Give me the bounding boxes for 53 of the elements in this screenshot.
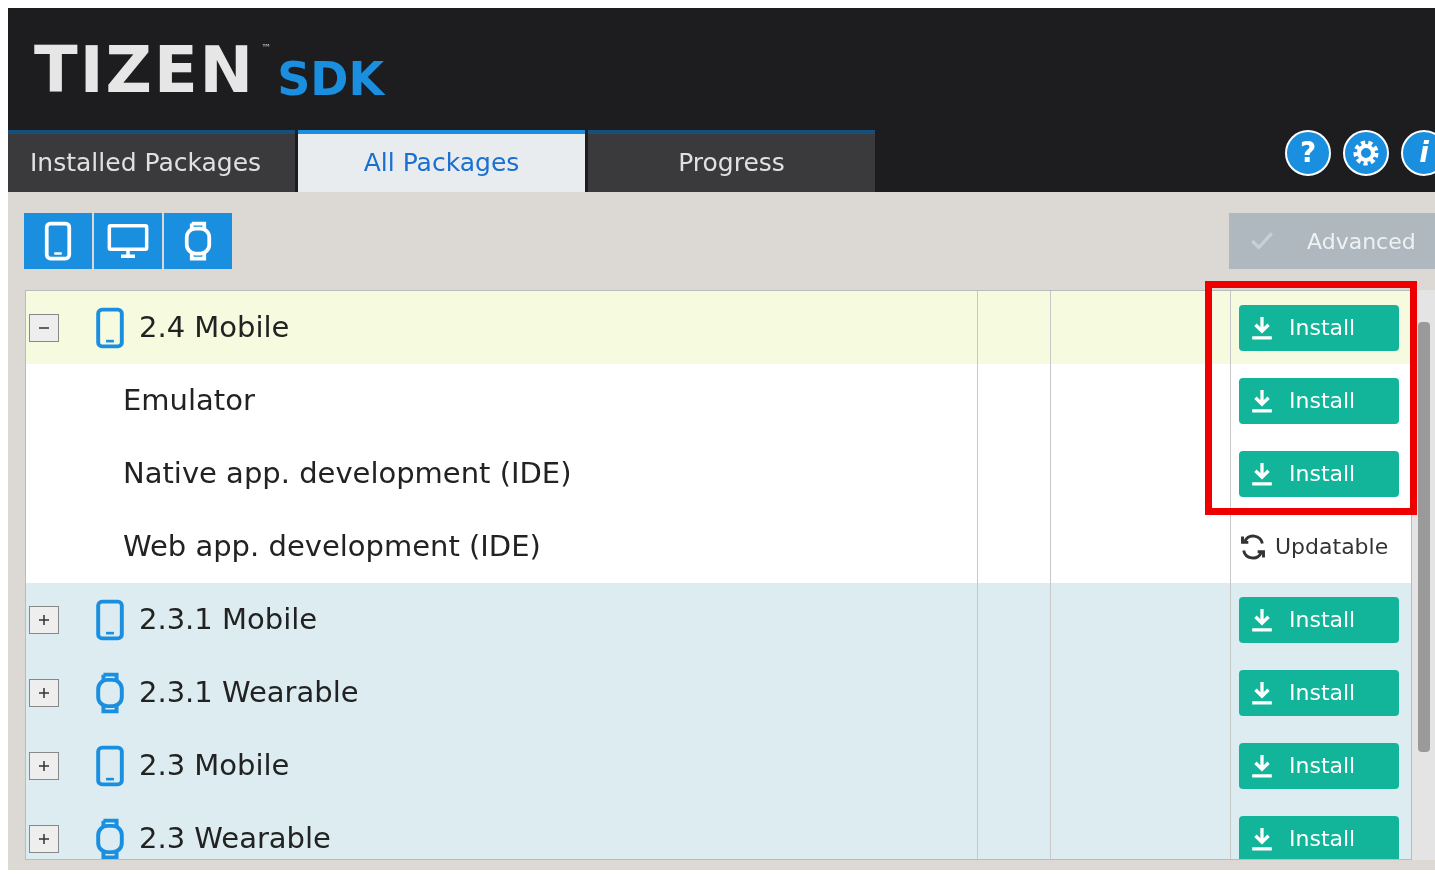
tab[interactable]: Progress — [588, 130, 875, 192]
package-name: 2.4 Mobile — [139, 308, 290, 346]
package-name: Native app. development (IDE) — [122, 454, 572, 492]
watch-icon — [95, 671, 125, 714]
device-filter-button[interactable] — [164, 213, 232, 269]
install-button[interactable]: Install — [1239, 450, 1399, 497]
download-icon — [1251, 826, 1273, 851]
phone-icon — [95, 598, 125, 641]
monitor-icon — [107, 223, 149, 259]
expand-button[interactable] — [29, 678, 59, 707]
plus-icon — [38, 832, 50, 845]
package-name: 2.3 Mobile — [139, 746, 290, 784]
download-icon — [1251, 388, 1273, 413]
install-button[interactable]: Install — [1239, 304, 1399, 351]
help-icon[interactable]: ? — [1285, 130, 1331, 176]
phone-icon — [95, 306, 125, 349]
package-name: 2.3.1 Mobile — [139, 600, 318, 638]
download-icon — [1251, 315, 1273, 340]
tab[interactable]: Installed Packages — [8, 130, 295, 192]
plus-icon — [38, 759, 50, 772]
watch-icon — [95, 817, 125, 859]
package-name: Emulator — [122, 381, 255, 419]
watch-icon — [183, 221, 213, 261]
download-icon — [1251, 461, 1273, 486]
download-icon — [1251, 680, 1273, 705]
info-icon[interactable]: i — [1401, 130, 1435, 176]
plus-icon — [38, 686, 50, 699]
trademark-mark: ™ — [261, 41, 272, 55]
install-button[interactable]: Install — [1239, 596, 1399, 643]
updatable-button[interactable]: Updatable — [1239, 523, 1389, 570]
download-icon — [1251, 753, 1273, 778]
tab[interactable]: All Packages — [298, 130, 585, 192]
plus-icon — [38, 613, 50, 626]
expand-button[interactable] — [29, 824, 59, 853]
settings-icon[interactable] — [1343, 130, 1389, 176]
phone-icon — [43, 221, 73, 261]
install-button[interactable]: Install — [1239, 377, 1399, 424]
package-name: Web app. development (IDE) — [122, 527, 541, 565]
download-icon — [1251, 607, 1273, 632]
device-filter-button[interactable] — [94, 213, 162, 269]
product-logo: SDK — [277, 56, 385, 102]
brand-logo: TIZEN — [34, 38, 256, 102]
install-button[interactable]: Install — [1239, 669, 1399, 716]
install-button[interactable]: Install — [1239, 742, 1399, 789]
package-name: 2.3 Wearable — [139, 819, 331, 857]
install-button[interactable]: Install — [1239, 815, 1399, 859]
collapse-button[interactable] — [29, 313, 59, 342]
refresh-icon — [1239, 532, 1267, 561]
expand-button[interactable] — [29, 605, 59, 634]
phone-icon — [95, 744, 125, 787]
device-filter-button[interactable] — [24, 213, 92, 269]
package-name: 2.3.1 Wearable — [139, 673, 359, 711]
expand-button[interactable] — [29, 751, 59, 780]
